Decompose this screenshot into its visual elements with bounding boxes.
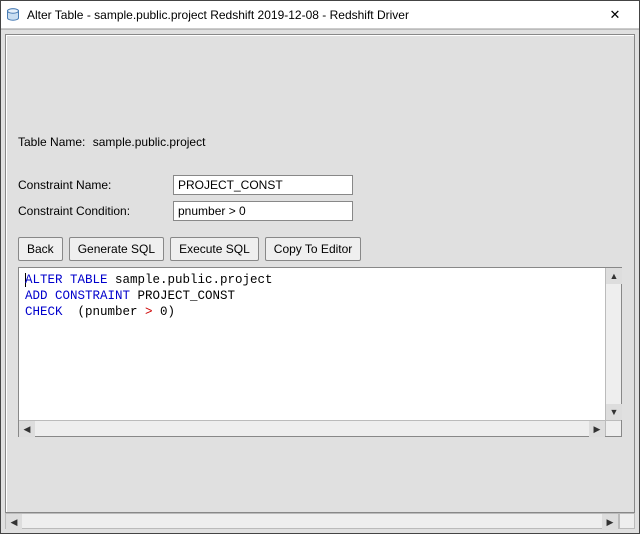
constraint-name-label: Constraint Name: — [18, 178, 173, 192]
execute-sql-button[interactable]: Execute SQL — [170, 237, 259, 261]
scroll-down-icon[interactable]: ▼ — [606, 404, 622, 420]
sql-kw-alter-table: ALTER TABLE — [25, 273, 108, 287]
titlebar[interactable]: Alter Table - sample.public.project Reds… — [1, 1, 639, 29]
table-name-label: Table Name: — [18, 135, 85, 149]
back-button[interactable]: Back — [18, 237, 63, 261]
sql-const-name: PROJECT_CONST — [138, 289, 236, 303]
constraint-name-row: Constraint Name: — [18, 175, 622, 195]
sql-check-open: (pnumber — [63, 305, 146, 319]
table-name-row: Table Name: sample.public.project — [18, 135, 622, 149]
panel-scroll-corner — [619, 513, 635, 529]
sql-horizontal-scrollbar[interactable]: ◀ ▶ — [19, 420, 605, 436]
sql-vertical-scrollbar[interactable]: ▲ ▼ — [605, 268, 621, 420]
database-icon — [5, 7, 21, 23]
sql-scroll-corner — [605, 420, 621, 436]
constraint-name-input[interactable] — [173, 175, 353, 195]
sql-text[interactable]: ALTER TABLE sample.public.project ADD CO… — [19, 268, 605, 420]
sql-op-gt: > — [145, 305, 153, 319]
scroll-right-icon[interactable]: ▶ — [602, 514, 618, 530]
button-row: Back Generate SQL Execute SQL Copy To Ed… — [18, 237, 622, 261]
outer-panel: Table Name: sample.public.project Constr… — [1, 29, 639, 533]
sql-kw-add-constraint: ADD CONSTRAINT — [25, 289, 130, 303]
sql-obj: sample.public.project — [115, 273, 273, 287]
close-icon: ✕ — [610, 7, 621, 23]
content-panel: Table Name: sample.public.project Constr… — [5, 34, 635, 513]
constraint-condition-input[interactable] — [173, 201, 353, 221]
scroll-left-icon[interactable]: ◀ — [6, 514, 22, 530]
scroll-right-icon[interactable]: ▶ — [589, 421, 605, 437]
constraint-condition-row: Constraint Condition: — [18, 201, 622, 221]
dialog-window: Alter Table - sample.public.project Reds… — [0, 0, 640, 534]
close-button[interactable]: ✕ — [595, 2, 635, 28]
sql-editor[interactable]: ALTER TABLE sample.public.project ADD CO… — [18, 267, 622, 437]
table-name-value: sample.public.project — [93, 135, 206, 149]
generate-sql-button[interactable]: Generate SQL — [69, 237, 164, 261]
scroll-left-icon[interactable]: ◀ — [19, 421, 35, 437]
constraint-condition-label: Constraint Condition: — [18, 204, 173, 218]
scroll-up-icon[interactable]: ▲ — [606, 268, 622, 284]
window-title: Alter Table - sample.public.project Reds… — [27, 8, 595, 22]
sql-check-close: 0) — [153, 305, 176, 319]
panel-horizontal-scrollbar[interactable]: ◀ ▶ — [5, 513, 619, 529]
copy-to-editor-button[interactable]: Copy To Editor — [265, 237, 362, 261]
sql-kw-check: CHECK — [25, 305, 63, 319]
